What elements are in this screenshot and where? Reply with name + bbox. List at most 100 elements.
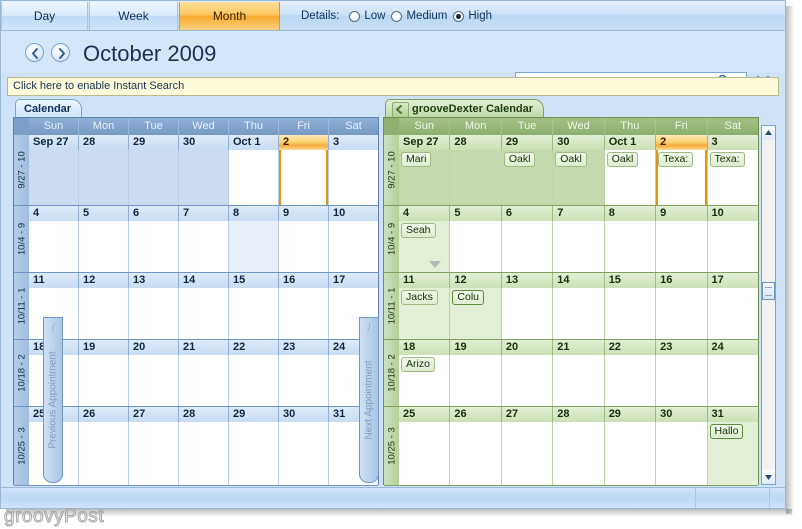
day-cell[interactable] — [229, 150, 279, 205]
appointment-item[interactable]: Texa: — [658, 152, 694, 167]
day-cell[interactable] — [79, 422, 129, 485]
week-label[interactable]: 10/11 - 1 — [384, 273, 399, 340]
date-number[interactable]: 5 — [79, 206, 129, 221]
scroll-down-button[interactable] — [762, 470, 775, 484]
day-cell[interactable] — [604, 355, 657, 406]
day-cell[interactable] — [604, 422, 657, 485]
day-cell[interactable] — [279, 221, 329, 272]
date-number[interactable]: Oct 1 — [605, 135, 657, 150]
week-label[interactable]: 10/4 - 9 — [384, 206, 399, 273]
day-cell[interactable] — [553, 422, 605, 485]
instant-search-banner[interactable]: Click here to enable Instant Search — [7, 77, 779, 96]
date-number[interactable]: Sep 27 — [399, 135, 451, 150]
week-label[interactable]: 10/25 - 3 — [384, 407, 399, 486]
day-cell[interactable] — [129, 288, 179, 339]
day-cell[interactable] — [450, 355, 502, 406]
day-cell[interactable]: Oakl — [501, 150, 554, 205]
day-cell[interactable] — [129, 221, 179, 272]
day-cell[interactable] — [279, 288, 329, 339]
day-cell[interactable]: Mari — [399, 150, 451, 205]
day-cell[interactable]: Hallo — [707, 422, 758, 485]
day-cell[interactable]: Texa: — [656, 150, 708, 205]
date-number[interactable]: 6 — [502, 206, 554, 221]
date-number[interactable]: 20 — [502, 340, 554, 355]
date-number[interactable]: Oct 1 — [229, 135, 279, 150]
next-appointment-button[interactable]: ⟩ Next Appointment — [359, 317, 379, 483]
tab-week[interactable]: Week — [89, 2, 178, 30]
day-cell[interactable] — [279, 355, 329, 406]
date-number[interactable]: 15 — [229, 273, 279, 288]
day-cell[interactable] — [450, 221, 502, 272]
date-number[interactable]: 4 — [29, 206, 79, 221]
date-number[interactable]: 9 — [279, 206, 329, 221]
date-number[interactable]: 18 — [399, 340, 451, 355]
date-number[interactable]: 5 — [450, 206, 502, 221]
appointment-item[interactable]: Oakl — [503, 152, 536, 167]
date-number[interactable]: 30 — [656, 407, 708, 422]
previous-appointment-button[interactable]: ⟨ Previous Appointment — [43, 317, 63, 483]
date-number[interactable]: 19 — [79, 340, 129, 355]
date-number[interactable]: 22 — [229, 340, 279, 355]
appointment-item[interactable]: Arizo — [401, 357, 435, 372]
day-cell[interactable] — [229, 422, 279, 485]
day-cell[interactable] — [279, 150, 329, 205]
date-number[interactable]: 24 — [708, 340, 758, 355]
day-cell[interactable] — [79, 221, 129, 272]
date-number[interactable]: 17 — [708, 273, 758, 288]
week-label[interactable]: 10/18 - 2 — [384, 340, 399, 407]
day-cell[interactable] — [707, 355, 758, 406]
day-cell[interactable] — [707, 221, 758, 272]
day-cell[interactable]: Oakl — [553, 150, 605, 205]
day-cell[interactable]: Jacks — [399, 288, 451, 339]
scroll-up-button[interactable] — [762, 126, 775, 140]
day-cell[interactable] — [179, 221, 229, 272]
day-cell[interactable] — [179, 422, 229, 485]
day-cell[interactable] — [604, 221, 657, 272]
day-cell[interactable] — [501, 221, 554, 272]
day-cell[interactable] — [29, 221, 79, 272]
date-number[interactable]: 3 — [708, 135, 758, 150]
day-cell[interactable] — [329, 150, 378, 205]
radio-detail-medium[interactable]: Medium — [391, 10, 447, 22]
day-cell[interactable] — [501, 422, 554, 485]
day-cell[interactable] — [179, 355, 229, 406]
day-cell[interactable] — [501, 355, 554, 406]
date-number[interactable]: 28 — [79, 135, 129, 150]
day-cell[interactable]: Oakl — [604, 150, 657, 205]
date-number[interactable]: 13 — [129, 273, 179, 288]
week-label[interactable]: 10/25 - 3 — [14, 407, 29, 486]
date-number[interactable]: 12 — [79, 273, 129, 288]
day-cell[interactable] — [179, 288, 229, 339]
more-appointments-icon[interactable] — [429, 261, 442, 268]
date-number[interactable]: 8 — [605, 206, 657, 221]
day-cell[interactable] — [129, 355, 179, 406]
week-label[interactable]: 10/4 - 9 — [14, 206, 29, 273]
date-number[interactable]: 31 — [708, 407, 758, 422]
day-cell[interactable] — [229, 288, 279, 339]
tab-month[interactable]: Month — [179, 2, 280, 30]
day-cell[interactable] — [229, 221, 279, 272]
day-cell[interactable] — [553, 221, 605, 272]
date-number[interactable]: 30 — [179, 135, 229, 150]
date-number[interactable]: 30 — [553, 135, 605, 150]
date-number[interactable]: 23 — [279, 340, 329, 355]
tab-day[interactable]: Day — [1, 2, 88, 30]
date-number[interactable]: 7 — [553, 206, 605, 221]
date-number[interactable]: 27 — [129, 407, 179, 422]
date-number[interactable]: 16 — [279, 273, 329, 288]
date-number[interactable]: 11 — [399, 273, 451, 288]
date-number[interactable]: 14 — [179, 273, 229, 288]
date-number[interactable]: 11 — [29, 273, 79, 288]
date-number[interactable]: 23 — [656, 340, 708, 355]
day-cell[interactable] — [656, 221, 708, 272]
forward-button[interactable] — [51, 43, 70, 62]
date-number[interactable]: 29 — [229, 407, 279, 422]
date-number[interactable]: 29 — [129, 135, 179, 150]
date-number[interactable]: 21 — [553, 340, 605, 355]
date-number[interactable]: 21 — [179, 340, 229, 355]
day-cell[interactable]: Colu — [450, 288, 502, 339]
appointment-item[interactable]: Texa: — [709, 152, 745, 167]
day-cell[interactable] — [450, 150, 502, 205]
day-cell[interactable] — [229, 355, 279, 406]
day-cell[interactable] — [656, 422, 708, 485]
